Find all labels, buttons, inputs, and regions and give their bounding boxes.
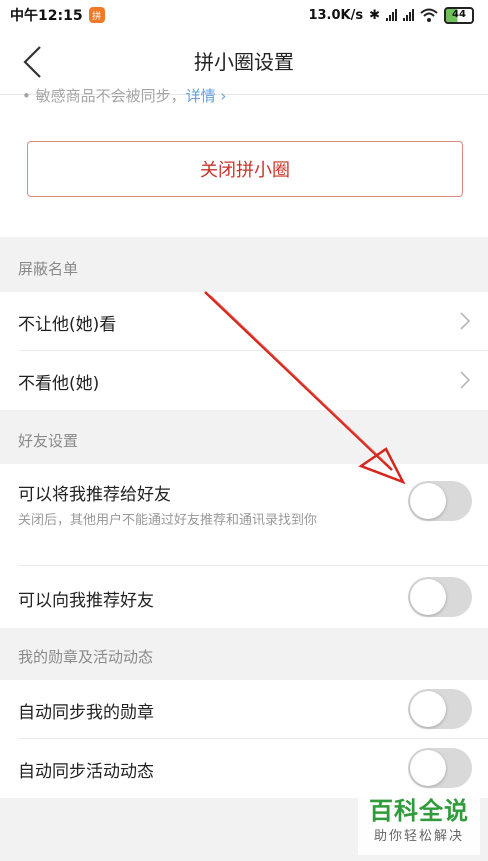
status-bar: 中午12:15 拼 13.0K/s ✱ 44 — [0, 0, 488, 30]
chevron-right-icon — [460, 371, 470, 389]
sync-badges-label: 自动同步我的勋章 — [18, 703, 154, 723]
back-button[interactable] — [16, 44, 48, 80]
app-notification-icon: 拼 — [88, 7, 105, 23]
wifi-icon — [420, 8, 438, 22]
sync-badges-row: 自动同步我的勋章 — [0, 680, 488, 739]
status-right: 13.0K/s ✱ 44 — [308, 6, 474, 24]
sync-activity-row: 自动同步活动动态 — [0, 739, 488, 798]
top-section: • 敏感商品不会被同步，详情 › 关闭拼小圈 — [0, 87, 488, 237]
chevron-left-icon — [23, 46, 41, 78]
watermark-title: 百科全说 — [369, 797, 469, 825]
bluetooth-icon: ✱ — [369, 7, 380, 23]
recommend-me-row: 可以将我推荐给好友 关闭后，其他用户不能通过好友推荐和通讯录找到你 — [0, 464, 488, 566]
sync-activity-label: 自动同步活动动态 — [18, 762, 154, 782]
details-link[interactable]: 详情 › — [186, 87, 227, 105]
close-circle-button[interactable]: 关闭拼小圈 — [27, 141, 463, 197]
block-list-group: 不让他(她)看 不看他(她) — [0, 292, 488, 410]
chevron-right-icon — [460, 312, 470, 330]
sensitive-note-text: • 敏感商品不会被同步， — [22, 87, 186, 105]
recommend-to-me-toggle[interactable] — [408, 577, 472, 617]
friend-settings-group: 可以将我推荐给好友 关闭后，其他用户不能通过好友推荐和通讯录找到你 可以向我推荐… — [0, 464, 488, 628]
recommend-to-me-row: 可以向我推荐好友 — [0, 566, 488, 628]
toggle-knob — [410, 579, 446, 615]
recommend-me-toggle[interactable] — [408, 481, 472, 521]
toggle-knob — [410, 750, 446, 786]
section-header-badges: 我的勋章及活动动态 — [18, 648, 154, 666]
block-list-item-hide-them[interactable]: 不看他(她) — [0, 351, 488, 410]
watermark-logo: 百科全说 助你轻松解决 — [358, 795, 480, 855]
block-list-item-hide-from[interactable]: 不让他(她)看 — [0, 292, 488, 351]
sync-activity-toggle[interactable] — [408, 748, 472, 788]
toggle-knob — [410, 691, 446, 727]
block-list-item-label: 不让他(她)看 — [18, 315, 117, 335]
battery-icon: 44 — [444, 6, 474, 24]
recommend-to-me-label: 可以向我推荐好友 — [18, 591, 154, 611]
sync-badges-toggle[interactable] — [408, 689, 472, 729]
recommend-me-label: 可以将我推荐给好友 — [18, 485, 171, 505]
toggle-knob — [410, 483, 446, 519]
block-list-item-label: 不看他(她) — [18, 374, 100, 394]
signal-icon — [386, 9, 397, 21]
signal-icon-2 — [403, 9, 414, 21]
section-header-block-list: 屏蔽名单 — [18, 260, 79, 278]
watermark-subtitle: 助你轻松解决 — [373, 829, 464, 844]
net-speed: 13.0K/s — [308, 7, 364, 23]
recommend-me-desc: 关闭后，其他用户不能通过好友推荐和通讯录找到你 — [18, 513, 318, 528]
sensitive-note: • 敏感商品不会被同步，详情 › — [22, 85, 226, 107]
status-time: 中午12:15 — [10, 8, 83, 24]
section-header-friend-settings: 好友设置 — [18, 432, 79, 450]
badges-group: 自动同步我的勋章 自动同步活动动态 — [0, 680, 488, 798]
